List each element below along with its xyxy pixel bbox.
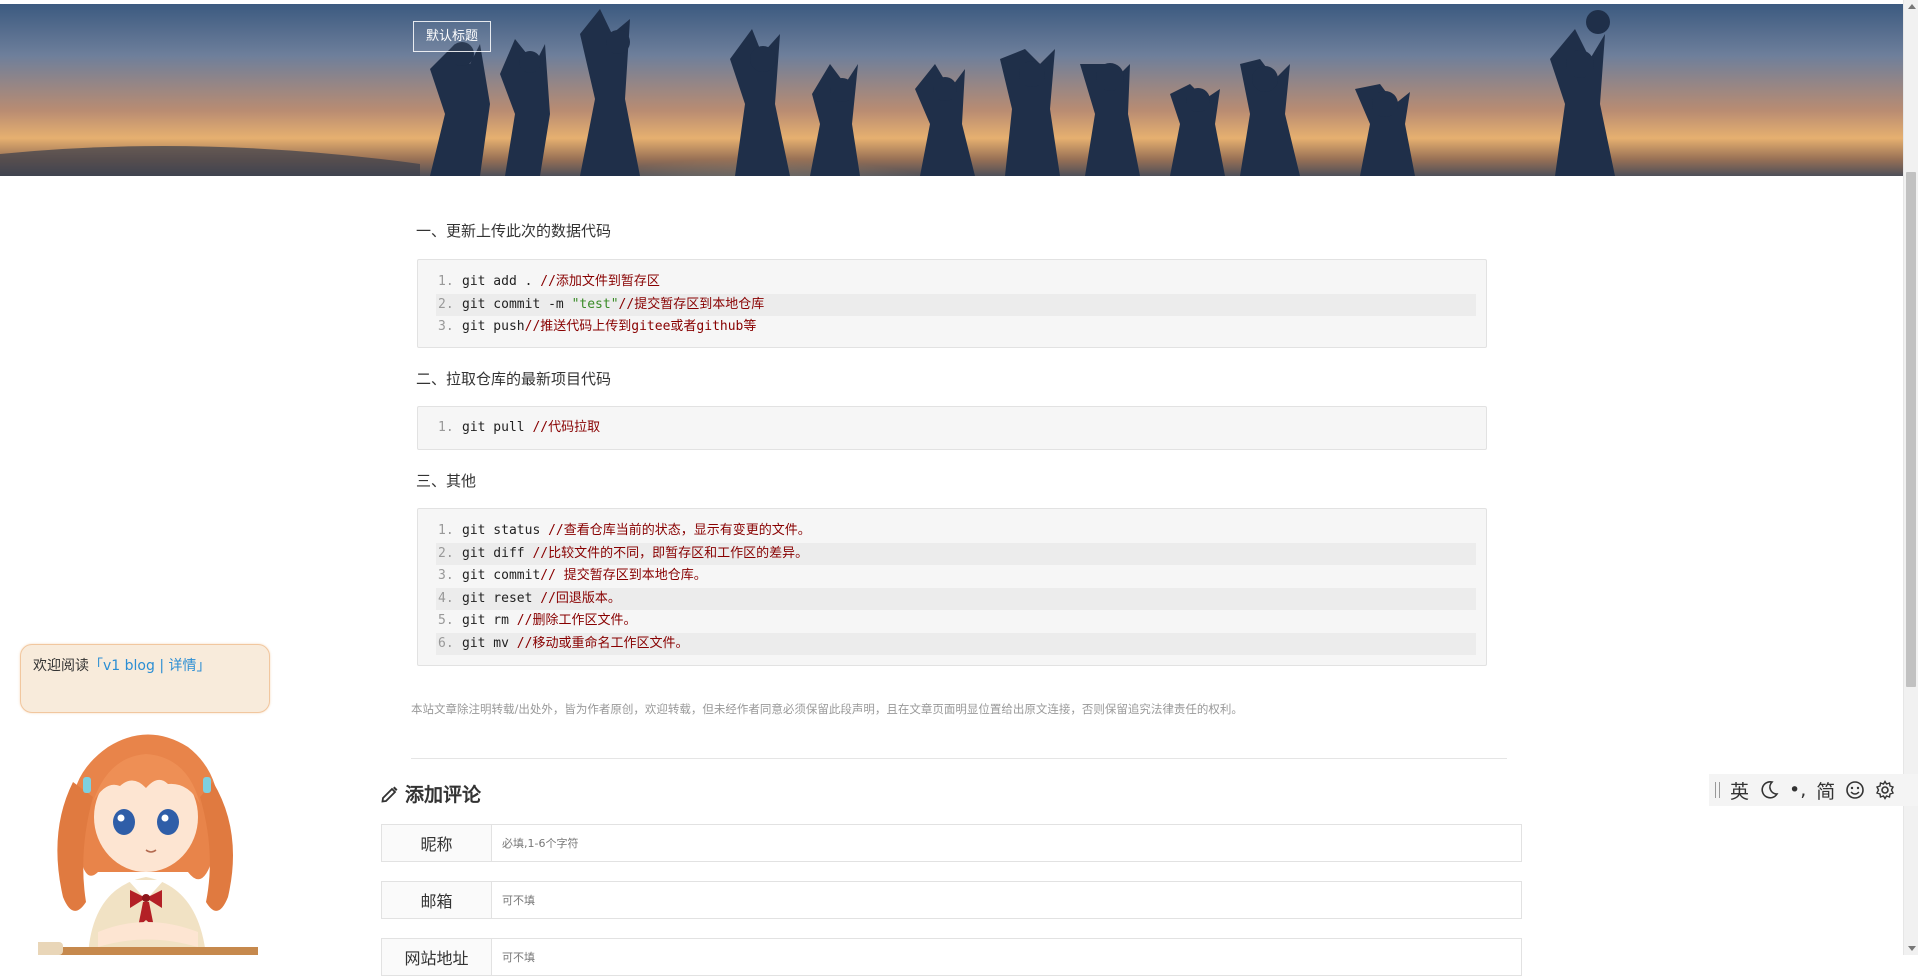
moon-icon[interactable] [1759, 780, 1779, 800]
ime-charset-toggle[interactable]: 简 [1816, 777, 1835, 804]
line-number: 3. [438, 319, 454, 334]
code-comment: //移动或重命名工作区文件。 [516, 635, 689, 651]
code-line: 6. git mv //移动或重命名工作区文件。 [436, 632, 1476, 655]
banner-silhouettes [0, 9, 1615, 176]
scroll-thumb[interactable] [1906, 172, 1916, 687]
code-block-3: 1. git status //查看仓库当前的状态，显示有变更的文件。 2. git… [417, 508, 1487, 666]
email-field: 邮箱 [381, 881, 1522, 919]
code-line: 1. git add . //添加文件到暂存区 [436, 271, 1476, 294]
code-text: git pull [462, 420, 533, 435]
code-text: git add . [462, 274, 541, 289]
ime-language-toggle[interactable]: 英 [1730, 777, 1749, 804]
nickname-label: 昵称 [382, 825, 492, 861]
code-line: 2. git diff //比较文件的不同，即暂存区和工作区的差异。 [436, 542, 1476, 565]
code-text: git push [462, 319, 525, 334]
code-string: "test" [571, 296, 619, 312]
code-text: git reset [462, 590, 541, 606]
code-line: 3. git commit// 提交暂存区到本地仓库。 [436, 565, 1476, 588]
code-line: 1. git pull //代码拉取 [436, 417, 1476, 440]
line-number: 1. [438, 523, 454, 538]
code-text: git status [462, 523, 549, 538]
gear-icon[interactable] [1875, 780, 1895, 800]
line-number: 1. [438, 420, 454, 435]
line-number: 6. [438, 635, 454, 651]
nickname-field: 昵称 [381, 824, 1522, 862]
code-comment: //删除工作区文件。 [516, 613, 637, 628]
divider [411, 758, 1507, 759]
code-text: git mv [462, 635, 517, 651]
ime-drag-handle[interactable] [1715, 782, 1720, 798]
code-line: 4. git reset //回退版本。 [436, 587, 1476, 610]
section-heading-3: 三、其他 [416, 472, 477, 490]
code-comment: //提交暂存区到本地仓库 [618, 296, 765, 312]
code-comment: //代码拉取 [532, 420, 601, 435]
line-number: 1. [438, 274, 454, 289]
section-heading-1: 一、更新上传此次的数据代码 [416, 222, 612, 240]
welcome-prefix: 欢迎阅读 [33, 658, 89, 674]
line-number: 2. [438, 296, 454, 312]
ime-punctuation-toggle[interactable]: •, [1789, 779, 1806, 801]
website-input[interactable] [492, 939, 1521, 975]
code-block-2: 1. git pull //代码拉取 [417, 406, 1487, 450]
pencil-icon [381, 786, 398, 803]
smiley-icon[interactable] [1845, 780, 1865, 800]
code-comment: //推送代码上传到gitee或者github等 [524, 319, 757, 334]
email-input[interactable] [492, 882, 1521, 918]
section-heading-2: 二、拉取仓库的最新项目代码 [416, 370, 612, 388]
code-text: git rm [462, 613, 517, 628]
title-button[interactable]: 默认标题 [413, 21, 491, 52]
code-text: git commit [462, 568, 541, 583]
line-number: 2. [438, 545, 454, 561]
code-comment: //查看仓库当前的状态，显示有变更的文件。 [548, 523, 811, 538]
code-comment: //添加文件到暂存区 [540, 274, 660, 289]
code-comment: // 提交暂存区到本地仓库。 [540, 568, 707, 583]
scroll-up-arrow-icon[interactable] [1908, 4, 1916, 9]
code-line: 5. git rm //删除工作区文件。 [436, 610, 1476, 633]
website-field: 网站地址 [381, 938, 1522, 976]
line-number: 5. [438, 613, 454, 628]
email-label: 邮箱 [382, 882, 492, 918]
code-block-1: 1. git add . //添加文件到暂存区 2. git commit -m "… [417, 259, 1487, 348]
website-label: 网站地址 [382, 939, 492, 975]
comment-title-text: 添加评论 [405, 784, 482, 806]
ime-toolbar: 英 •, 简 [1709, 774, 1918, 806]
code-comment: //回退版本。 [540, 590, 621, 606]
code-line: 3. git push//推送代码上传到gitee或者github等 [436, 316, 1476, 339]
copyright-notice: 本站文章除注明转载/出处外，皆为作者原创，欢迎转载，但未经作者同意必须保留此段声… [411, 702, 1243, 716]
anime-mascot[interactable] [38, 722, 258, 955]
nickname-input[interactable] [492, 825, 1521, 861]
code-text: git commit -m [462, 296, 572, 312]
line-number: 4. [438, 590, 454, 606]
blog-details-link[interactable]: 「v1 blog | 详情」 [89, 658, 211, 674]
code-comment: //比较文件的不同，即暂存区和工作区的差异。 [532, 545, 809, 561]
header-banner: 默认标题 [0, 4, 1903, 176]
code-text: git diff [462, 545, 533, 561]
line-number: 3. [438, 568, 454, 583]
welcome-bubble: 欢迎阅读「v1 blog | 详情」 [20, 644, 270, 713]
page-scrollbar[interactable] [1903, 0, 1918, 955]
code-line: 2. git commit -m "test"//提交暂存区到本地仓库 [436, 293, 1476, 316]
code-line: 1. git status //查看仓库当前的状态，显示有变更的文件。 [436, 520, 1476, 543]
comment-section-title: 添加评论 [381, 780, 481, 807]
scroll-down-arrow-icon[interactable] [1908, 946, 1916, 951]
